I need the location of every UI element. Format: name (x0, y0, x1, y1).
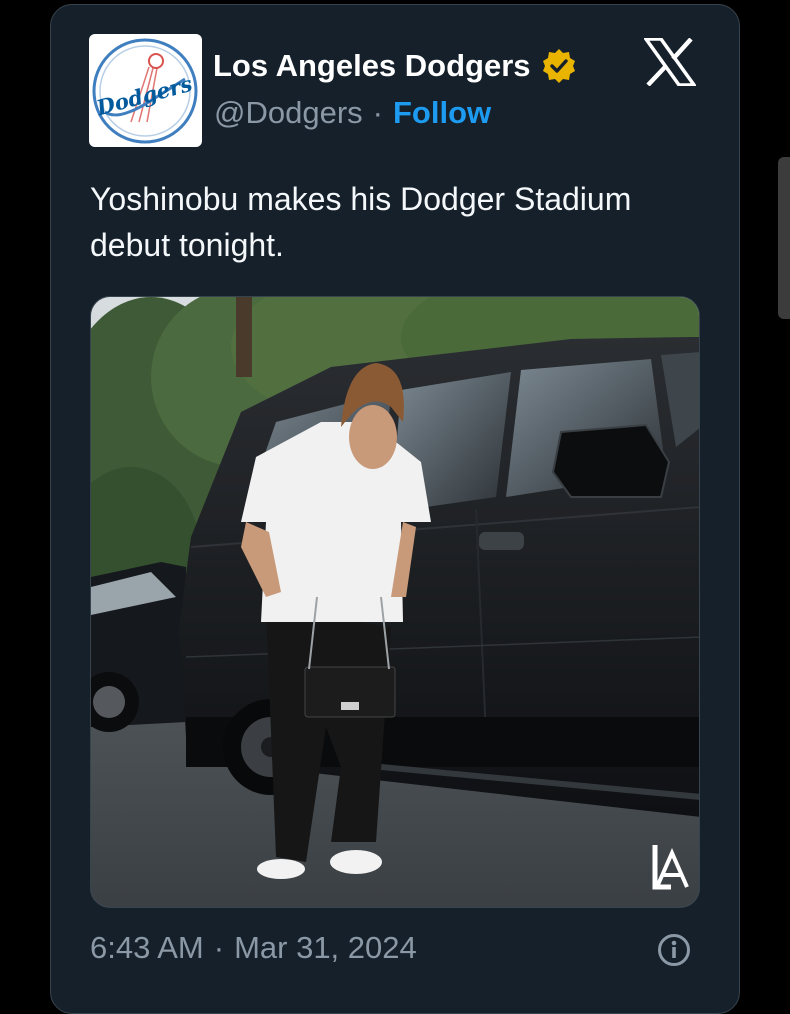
follow-button[interactable]: Follow (393, 95, 491, 131)
tweet-time[interactable]: 6:43 AM (90, 930, 204, 966)
tweet-text-line-2: debut tonight. (90, 227, 284, 263)
account-handle[interactable]: @Dodgers (214, 95, 363, 131)
avatar[interactable]: Dodgers (89, 34, 202, 147)
handle-row: @Dodgers · Follow (214, 95, 491, 131)
info-icon[interactable] (657, 933, 691, 967)
tweet-date[interactable]: Mar 31, 2024 (234, 930, 417, 966)
timestamp-separator: · (213, 930, 225, 965)
tweet-timestamp[interactable]: 6:43 AM · Mar 31, 2024 (90, 930, 417, 966)
dodgers-logo-icon: Dodgers (92, 38, 198, 144)
gold-verified-badge-icon (542, 49, 575, 83)
account-name-row[interactable]: Los Angeles Dodgers (213, 46, 577, 86)
x-logo-icon[interactable] (644, 38, 696, 86)
tweet-text-line-1: Yoshinobu makes his Dodger Stadium (90, 181, 632, 217)
background-car (91, 562, 186, 732)
account-name[interactable]: Los Angeles Dodgers (213, 48, 531, 84)
tweet-text: Yoshinobu makes his Dodger Stadium debut… (90, 176, 710, 268)
scrollbar[interactable] (778, 157, 790, 319)
tweet-photo[interactable] (90, 296, 700, 908)
photo-scene (91, 297, 699, 907)
handle-separator: · (372, 95, 383, 130)
